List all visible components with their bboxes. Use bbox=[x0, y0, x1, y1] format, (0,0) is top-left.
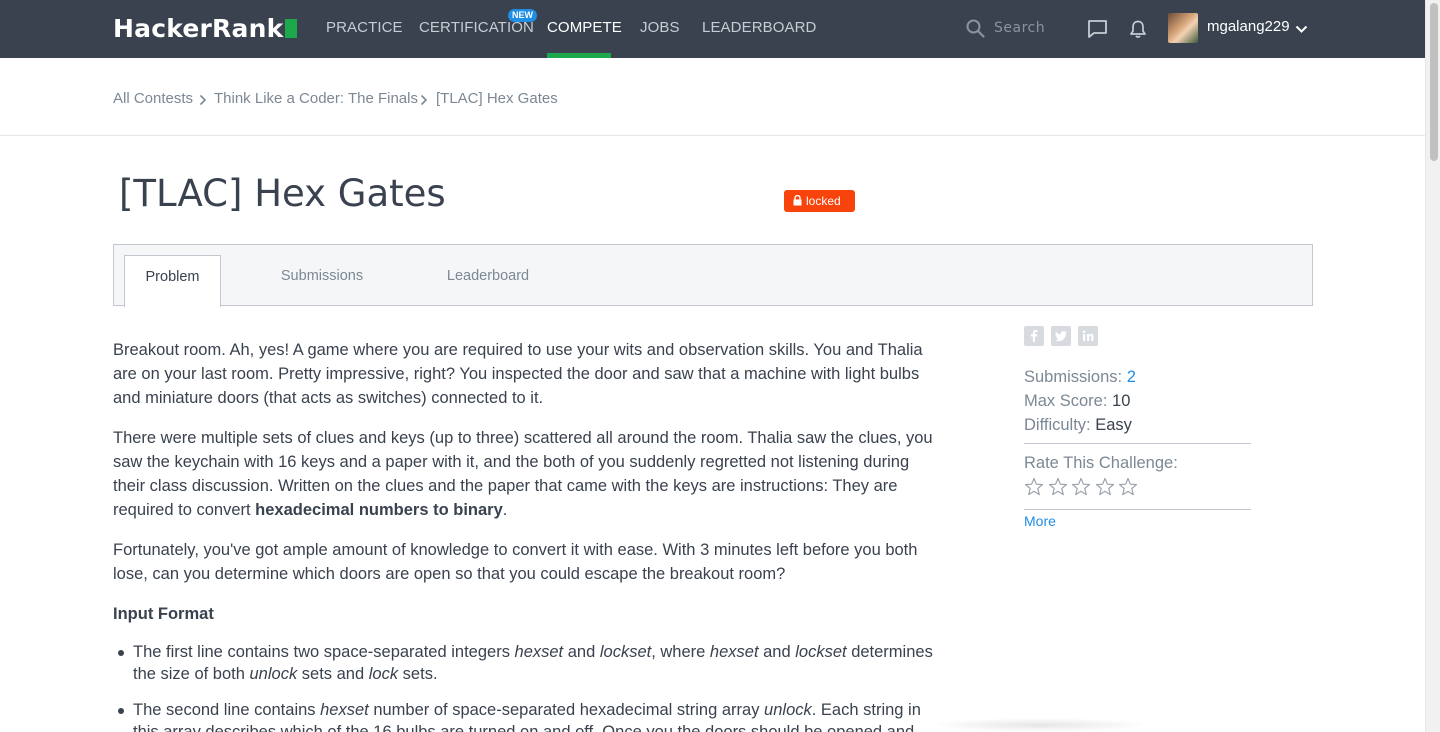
problem-paragraph: Fortunately, you've got ample amount of … bbox=[113, 541, 918, 583]
locked-badge: locked bbox=[784, 190, 855, 212]
chevron-right-icon bbox=[420, 93, 428, 111]
text: . bbox=[502, 501, 508, 519]
chat-icon[interactable] bbox=[1087, 19, 1108, 44]
breadcrumb-current[interactable]: [TLAC] Hex Gates bbox=[436, 90, 558, 107]
facebook-icon[interactable] bbox=[1024, 326, 1044, 346]
page-title: [TLAC] Hex Gates bbox=[119, 172, 446, 215]
breadcrumb-contest[interactable]: Think Like a Coder: The Finals bbox=[214, 90, 418, 107]
submissions-stat: Submissions: 2 bbox=[1024, 368, 1136, 386]
submissions-count-link[interactable]: 2 bbox=[1127, 368, 1136, 386]
twitter-icon[interactable] bbox=[1051, 326, 1071, 346]
input-format-list: The first line contains two space-separa… bbox=[113, 641, 933, 732]
chevron-down-icon[interactable] bbox=[1295, 21, 1308, 39]
search-input[interactable] bbox=[994, 16, 1064, 40]
star-icon[interactable] bbox=[1118, 477, 1138, 497]
share-icons bbox=[1024, 326, 1105, 351]
nav-jobs[interactable]: JOBS bbox=[640, 19, 680, 36]
logo-mark bbox=[285, 19, 298, 38]
difficulty-stat: Difficulty: Easy bbox=[1024, 416, 1132, 434]
linkedin-icon[interactable] bbox=[1078, 326, 1098, 346]
divider bbox=[1024, 509, 1251, 510]
nav-compete[interactable]: COMPETE bbox=[547, 19, 622, 36]
locked-label: locked bbox=[806, 194, 841, 208]
input-format-heading: Input Format bbox=[113, 605, 214, 623]
logo-text: HackerRank bbox=[113, 14, 284, 43]
avatar[interactable] bbox=[1168, 13, 1198, 43]
star-icon[interactable] bbox=[1095, 477, 1115, 497]
problem-paragraph: There were multiple sets of clues and ke… bbox=[113, 426, 933, 522]
max-score-stat: Max Score: 10 bbox=[1024, 392, 1131, 410]
hackerrank-logo[interactable]: HackerRank bbox=[113, 14, 298, 43]
username[interactable]: mgalang229 bbox=[1207, 18, 1290, 35]
scrollbar-thumb[interactable] bbox=[1430, 3, 1438, 161]
nav-leaderboard[interactable]: LEADERBOARD bbox=[702, 19, 816, 36]
star-icon[interactable] bbox=[1024, 477, 1044, 497]
star-icon[interactable] bbox=[1071, 477, 1091, 497]
lock-icon bbox=[793, 194, 802, 206]
list-item: The first line contains two space-separa… bbox=[113, 641, 933, 685]
shadow bbox=[930, 718, 1150, 732]
tab-problem[interactable]: Problem bbox=[124, 255, 221, 307]
divider bbox=[1024, 443, 1251, 444]
nav-practice[interactable]: PRACTICE bbox=[326, 19, 403, 36]
new-badge: NEW bbox=[508, 9, 537, 22]
rate-challenge-label: Rate This Challenge: bbox=[1024, 454, 1178, 472]
bell-icon[interactable] bbox=[1128, 19, 1148, 44]
tab-submissions[interactable]: Submissions bbox=[272, 255, 372, 307]
challenge-tabs: Problem Submissions Leaderboard bbox=[113, 244, 1313, 307]
search-icon[interactable] bbox=[966, 19, 985, 43]
problem-paragraph: Breakout room. Ah, yes! A game where you… bbox=[113, 341, 923, 407]
more-link[interactable]: More bbox=[1024, 513, 1056, 529]
star-icon[interactable] bbox=[1048, 477, 1068, 497]
rating-stars[interactable] bbox=[1024, 477, 1142, 502]
text: There were multiple sets of clues and ke… bbox=[113, 429, 933, 519]
problem-statement: Breakout room. Ah, yes! A game where you… bbox=[113, 338, 933, 732]
list-item: The second line contains hexset number o… bbox=[113, 699, 933, 732]
breadcrumb-all-contests[interactable]: All Contests bbox=[113, 90, 193, 107]
tab-leaderboard[interactable]: Leaderboard bbox=[436, 255, 540, 307]
text-bold: hexadecimal numbers to binary bbox=[255, 501, 503, 519]
chevron-right-icon bbox=[199, 93, 207, 111]
